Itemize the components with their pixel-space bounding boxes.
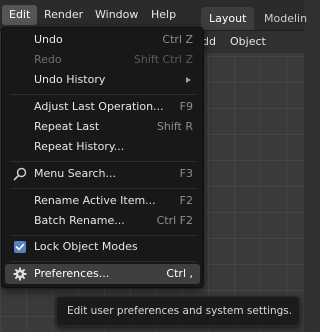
menu-item-redo[interactable]: Redo Shift Ctrl Z bbox=[5, 50, 200, 70]
menu-item-batch-rename[interactable]: Batch Rename... Ctrl F2 bbox=[5, 211, 200, 231]
menu-item-shortcut: Ctrl , bbox=[166, 267, 193, 280]
gear-icon bbox=[13, 267, 27, 281]
menu-separator bbox=[10, 235, 196, 236]
menu-item-label: Undo History bbox=[34, 73, 106, 86]
menu-item-preferences[interactable]: Preferences... Ctrl , bbox=[5, 264, 200, 284]
menu-render[interactable]: Render bbox=[37, 5, 90, 25]
menu-object[interactable]: Object bbox=[230, 31, 266, 53]
menu-item-label: Undo bbox=[34, 33, 63, 46]
menu-item-label: Adjust Last Operation... bbox=[34, 100, 164, 113]
menu-window[interactable]: Window bbox=[88, 5, 145, 25]
menu-help[interactable]: Help bbox=[144, 5, 183, 25]
menu-item-lock-object-modes[interactable]: Lock Object Modes bbox=[5, 237, 200, 257]
menu-item-label: Menu Search... bbox=[34, 167, 116, 180]
tooltip-text: Edit user preferences and system setting… bbox=[67, 305, 293, 317]
menu-item-menu-search[interactable]: Menu Search... F3 bbox=[5, 164, 200, 184]
menu-item-shortcut: F9 bbox=[179, 100, 193, 113]
menu-item-undo[interactable]: Undo Ctrl Z bbox=[5, 30, 200, 50]
menu-item-label: Repeat History... bbox=[34, 140, 125, 153]
menu-item-label: Rename Active Item... bbox=[34, 194, 156, 207]
menu-separator bbox=[10, 261, 196, 262]
menu-add[interactable]: dd bbox=[202, 31, 216, 53]
menu-separator bbox=[10, 94, 196, 95]
menu-separator bbox=[10, 161, 196, 162]
submenu-arrow-icon bbox=[186, 77, 191, 83]
menu-item-label: Repeat Last bbox=[34, 120, 100, 133]
menu-item-undo-history[interactable]: Undo History bbox=[5, 70, 200, 90]
menu-edit[interactable]: Edit bbox=[2, 5, 38, 25]
menu-item-label: Preferences... bbox=[34, 267, 110, 280]
menu-item-rename-active-item[interactable]: Rename Active Item... F2 bbox=[5, 191, 200, 211]
menu-separator bbox=[10, 188, 196, 189]
menu-item-shortcut: Shift Ctrl Z bbox=[133, 53, 193, 66]
search-icon bbox=[13, 167, 27, 181]
menu-item-label: Redo bbox=[34, 53, 62, 66]
menu-item-shortcut: F2 bbox=[179, 194, 193, 207]
tab-layout[interactable]: Layout bbox=[201, 7, 255, 30]
menu-item-shortcut: Ctrl F2 bbox=[156, 214, 193, 227]
menu-item-shortcut: Shift R bbox=[156, 120, 193, 133]
viewport-header: dd Object bbox=[196, 31, 304, 53]
tooltip: Edit user preferences and system setting… bbox=[56, 296, 300, 326]
menu-item-shortcut: F3 bbox=[179, 167, 193, 180]
menu-item-adjust-last-operation[interactable]: Adjust Last Operation... F9 bbox=[5, 97, 200, 117]
menu-item-label: Batch Rename... bbox=[34, 214, 125, 227]
menu-item-shortcut: Ctrl Z bbox=[162, 33, 193, 46]
menu-item-repeat-last[interactable]: Repeat Last Shift R bbox=[5, 117, 200, 137]
checkbox-checked-icon[interactable] bbox=[13, 240, 27, 254]
menu-item-repeat-history[interactable]: Repeat History... bbox=[5, 137, 200, 157]
tab-modeling[interactable]: Modelin bbox=[256, 7, 315, 30]
menu-item-label: Lock Object Modes bbox=[34, 240, 138, 253]
edit-menu-dropdown: Undo Ctrl Z Redo Shift Ctrl Z Undo Histo… bbox=[1, 27, 204, 288]
